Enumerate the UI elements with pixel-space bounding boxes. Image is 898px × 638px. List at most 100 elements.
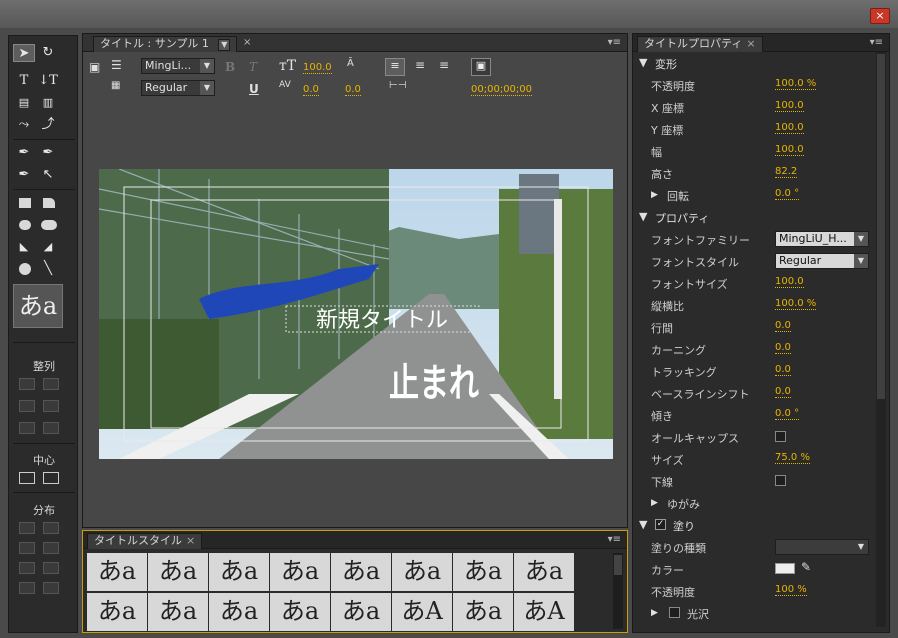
rounded-corner-rectangle-tool-icon[interactable]	[41, 220, 57, 230]
underline-button[interactable]: U	[249, 82, 259, 96]
prop-value[interactable]: 0.0	[775, 387, 791, 398]
font-style-dropdown[interactable]: Regular ▼	[775, 253, 869, 269]
style-swatch[interactable]: あA	[514, 593, 574, 631]
style-swatch[interactable]: あa	[87, 553, 147, 591]
window-close-button[interactable]: ×	[870, 8, 890, 24]
arc-tool-icon[interactable]: ◢	[37, 238, 59, 256]
panel-menu-icon[interactable]: ▾≡	[870, 37, 883, 48]
prop-value[interactable]: 75.0 %	[775, 453, 810, 464]
rectangle-tool-icon[interactable]	[19, 198, 31, 208]
style-swatch[interactable]: あa	[270, 553, 330, 591]
style-swatch[interactable]: あA	[392, 593, 452, 631]
title-canvas[interactable]: 止まれ 新規タイトル	[99, 169, 613, 459]
convert-anchor-tool-icon[interactable]: ↖	[37, 166, 59, 184]
bold-button[interactable]: B	[225, 60, 235, 74]
tab-title-styles[interactable]: タイトルスタイル ×	[87, 533, 203, 549]
section-fill[interactable]: ▼ ✓ 塗り	[633, 514, 873, 536]
eyedropper-icon[interactable]: ✎	[801, 560, 811, 574]
distribute-vcenter-icon[interactable]	[43, 542, 59, 554]
distribute-right-icon[interactable]	[19, 562, 35, 574]
font-size-value[interactable]: 100.0	[303, 62, 332, 74]
selection-tool-icon[interactable]: ➤	[13, 44, 35, 62]
prop-value[interactable]: 0.0 °	[775, 409, 800, 420]
area-type-tool-icon[interactable]: ▤	[13, 94, 35, 112]
fill-checkbox[interactable]: ✓	[655, 519, 666, 530]
ellipse-tool-icon[interactable]	[19, 263, 31, 275]
align-bottom-icon[interactable]	[43, 422, 59, 434]
tab-close-icon[interactable]: ×	[186, 534, 195, 547]
line-tool-icon[interactable]: ╲	[37, 260, 59, 278]
add-anchor-tool-icon[interactable]: ✒	[13, 166, 35, 184]
tab-stops-button[interactable]: ⊢⊣	[389, 80, 406, 91]
leading-value[interactable]: 0.0	[345, 84, 361, 96]
kerning-value[interactable]: 0.0	[303, 84, 319, 96]
fill-type-dropdown[interactable]: ▼	[775, 539, 869, 555]
color-swatch[interactable]	[775, 563, 795, 574]
panel-menu-icon[interactable]: ▾≡	[608, 37, 621, 48]
style-swatch[interactable]: あa	[331, 553, 391, 591]
prop-value[interactable]: 0.0	[775, 321, 791, 332]
style-swatch[interactable]: あa	[148, 593, 208, 631]
style-swatch[interactable]: あa	[453, 553, 513, 591]
font-family-dropdown[interactable]: MingLi... ▼	[141, 58, 215, 74]
sheen-checkbox[interactable]	[669, 607, 680, 618]
new-title-icon[interactable]: ▣	[89, 60, 100, 74]
tab-title-designer[interactable]: タイトル : サンプル 1 ▼	[93, 36, 238, 52]
distribute-vspace-icon[interactable]	[43, 582, 59, 594]
section-properties[interactable]: ▼ プロパティ	[633, 206, 873, 228]
wedge-tool-icon[interactable]: ◣	[13, 238, 35, 256]
align-right-text-button[interactable]: ≡	[439, 58, 449, 72]
section-transform[interactable]: ▼ 変形	[633, 52, 873, 74]
prop-value[interactable]: 0.0	[775, 343, 791, 354]
prop-rotation[interactable]: ▶ 回転 0.0 °	[633, 184, 873, 206]
scroll-thumb[interactable]	[614, 555, 622, 575]
font-style-dropdown[interactable]: Regular ▼	[141, 80, 215, 96]
style-swatch[interactable]: あa	[514, 553, 574, 591]
type-tool-icon[interactable]: T	[13, 72, 35, 90]
align-top-icon[interactable]	[43, 378, 59, 390]
title-text[interactable]: 新規タイトル	[316, 308, 448, 333]
timecode-value[interactable]: 00;00;00;00	[471, 84, 533, 96]
tab-close-icon[interactable]: ×	[243, 37, 251, 48]
prop-value[interactable]: 0.0 °	[775, 189, 800, 200]
distribute-hspace-icon[interactable]	[19, 582, 35, 594]
style-swatch[interactable]: あa	[209, 553, 269, 591]
distribute-left-icon[interactable]	[19, 522, 35, 534]
prop-value[interactable]: 0.0	[775, 365, 791, 376]
center-vertical-icon[interactable]	[43, 472, 59, 484]
prop-value[interactable]: 100.0	[775, 145, 804, 156]
rounded-rectangle-tool-icon[interactable]	[19, 220, 31, 230]
prop-value[interactable]: 100 %	[775, 585, 807, 596]
style-swatch[interactable]: あa	[453, 593, 513, 631]
panel-menu-icon[interactable]: ▾≡	[608, 534, 621, 545]
align-center-text-button[interactable]: ≡	[415, 58, 425, 72]
title-list-dropdown-icon[interactable]: ▼	[218, 39, 231, 51]
prop-value[interactable]: 100.0	[775, 123, 804, 134]
prop-value[interactable]: 100.0	[775, 277, 804, 288]
vertical-area-type-tool-icon[interactable]: ▥	[37, 94, 59, 112]
templates-icon[interactable]: ▦	[111, 80, 120, 91]
tab-close-icon[interactable]: ×	[746, 37, 755, 50]
distribute-top-icon[interactable]	[43, 522, 59, 534]
properties-scroll-thumb[interactable]	[877, 54, 885, 399]
style-swatch[interactable]: あa	[331, 593, 391, 631]
clipped-rectangle-tool-icon[interactable]	[43, 198, 55, 208]
show-background-video-button[interactable]: ▣	[471, 58, 491, 76]
path-type-tool-icon[interactable]: ⤳	[13, 116, 35, 134]
align-right-icon[interactable]	[19, 422, 35, 434]
italic-button[interactable]: T	[249, 60, 257, 74]
align-hcenter-icon[interactable]	[19, 400, 35, 412]
distribute-hcenter-icon[interactable]	[19, 542, 35, 554]
all-caps-checkbox[interactable]	[775, 431, 786, 442]
style-swatch[interactable]: あa	[148, 553, 208, 591]
delete-anchor-tool-icon[interactable]: ✒	[37, 144, 59, 162]
underline-checkbox[interactable]	[775, 475, 786, 486]
align-left-text-button[interactable]: ≡	[385, 58, 405, 76]
distribute-bottom-icon[interactable]	[43, 562, 59, 574]
style-swatch[interactable]: あa	[392, 553, 452, 591]
align-left-icon[interactable]	[19, 378, 35, 390]
style-swatch[interactable]: あa	[87, 593, 147, 631]
align-vcenter-icon[interactable]	[43, 400, 59, 412]
prop-value[interactable]: 100.0 %	[775, 299, 817, 310]
prop-distort[interactable]: ▶ ゆがみ	[633, 492, 873, 514]
